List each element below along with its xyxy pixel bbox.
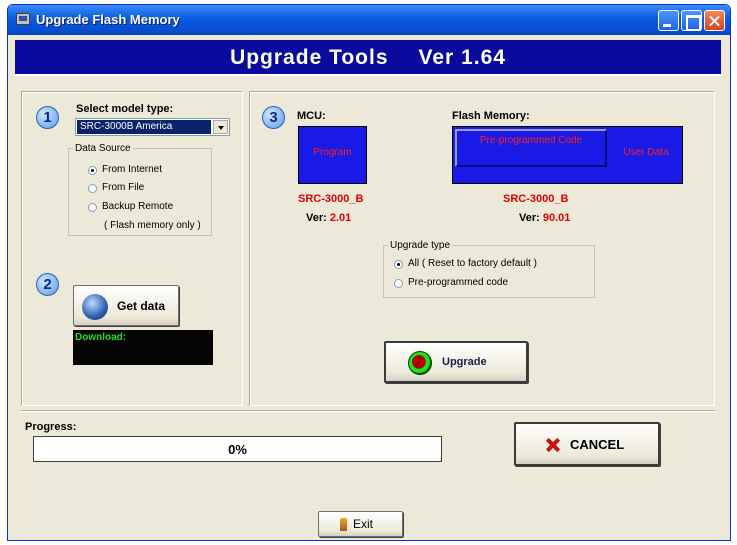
data-source-legend: Data Source xyxy=(75,143,131,154)
upgrade-icon xyxy=(408,351,432,375)
download-status-box: Download: xyxy=(73,330,213,365)
flash-version-line: Ver: 90.01 xyxy=(519,212,570,224)
close-button[interactable] xyxy=(704,10,725,31)
user-data-label[interactable]: User Data xyxy=(611,147,681,158)
mcu-version-line: Ver: 2.01 xyxy=(306,212,351,224)
radio-label: From File xyxy=(102,182,145,193)
mcu-program-box[interactable]: Program xyxy=(298,126,367,184)
progress-bar: 0% xyxy=(33,436,442,462)
step-3-badge: 3 xyxy=(262,106,285,129)
upgrade-type-legend: Upgrade type xyxy=(390,240,451,251)
radio-label: Backup Remote xyxy=(102,201,174,212)
flash-memory-box: Pre-programmed Code User Data xyxy=(452,126,683,184)
model-type-value: SRC-3000B America xyxy=(77,120,211,134)
upgrade-tools-banner: Upgrade Tools Ver 1.64 xyxy=(15,40,721,76)
mcu-version: 2.01 xyxy=(329,212,352,224)
get-data-label: Get data xyxy=(117,299,166,313)
maximize-button[interactable] xyxy=(681,10,702,31)
globe-icon xyxy=(82,294,108,320)
exit-label: Exit xyxy=(353,517,374,531)
radio-label: From Internet xyxy=(102,164,163,175)
step-2-badge: 2 xyxy=(36,273,59,296)
title-bar[interactable]: Upgrade Flash Memory xyxy=(8,5,730,35)
window-title: Upgrade Flash Memory xyxy=(36,12,180,27)
minimize-button[interactable] xyxy=(658,10,679,31)
progress-percent: 0% xyxy=(228,442,247,457)
radio-dot[interactable] xyxy=(394,260,403,269)
radio-dot[interactable] xyxy=(394,279,403,288)
select-model-label: Select model type: xyxy=(76,103,174,115)
radio-label: All ( Reset to factory default ) xyxy=(408,258,537,269)
app-icon xyxy=(16,13,30,25)
mcu-model: SRC-3000_B xyxy=(298,193,364,205)
get-data-button[interactable]: Get data xyxy=(73,285,179,326)
program-label: Program xyxy=(313,147,352,158)
chevron-down-icon[interactable] xyxy=(213,120,228,134)
model-type-select[interactable]: SRC-3000B America xyxy=(75,118,230,136)
close-icon xyxy=(546,438,560,452)
cancel-label: CANCEL xyxy=(570,437,625,452)
exit-door-icon xyxy=(340,518,347,531)
progress-label: Progress: xyxy=(25,421,77,433)
mcu-label: MCU: xyxy=(297,110,326,122)
preprogrammed-code-button[interactable]: Pre-programmed Code xyxy=(455,129,607,167)
banner-version: Ver 1.64 xyxy=(418,46,506,69)
upgrade-button[interactable]: Upgrade xyxy=(384,341,528,383)
flash-memory-only-note: ( Flash memory only ) xyxy=(104,220,201,231)
upgrade-type-group: Upgrade type xyxy=(383,240,595,298)
step-1-badge: 1 xyxy=(36,106,59,129)
flash-model: SRC-3000_B xyxy=(503,193,569,205)
radio-label: Pre-programmed code xyxy=(408,277,509,288)
flash-version: 90.01 xyxy=(542,212,571,224)
download-status-label: Download: xyxy=(75,332,127,343)
cancel-button[interactable]: CANCEL xyxy=(514,422,660,466)
radio-dot[interactable] xyxy=(88,166,97,175)
radio-dot[interactable] xyxy=(88,203,97,212)
banner-title: Upgrade Tools xyxy=(230,46,389,69)
upgrade-label: Upgrade xyxy=(442,356,487,368)
flash-memory-label: Flash Memory: xyxy=(452,110,530,122)
separator xyxy=(21,410,715,412)
exit-button[interactable]: Exit xyxy=(318,511,403,537)
radio-dot[interactable] xyxy=(88,184,97,193)
mcu-ver-label: Ver: xyxy=(306,212,327,224)
flash-ver-label: Ver: xyxy=(519,212,540,224)
